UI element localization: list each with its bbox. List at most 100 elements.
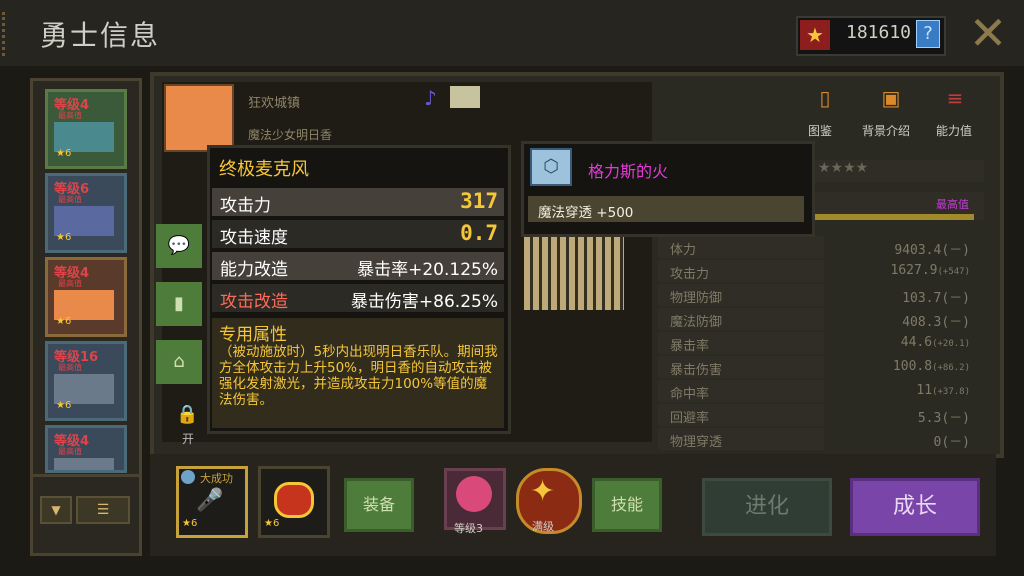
ring-icon [274,482,314,518]
list-view-icon[interactable]: ☰ [76,496,130,524]
stat-bonus: (+37.8) [932,387,970,397]
artifact-name: 格力斯的火 [588,162,669,181]
ability-icon[interactable]: ≡ [940,86,970,120]
codex-icon[interactable]: ▯ [810,86,840,120]
stat-value: 408.3(－) [902,311,970,330]
evolve-button[interactable]: 进化 [702,478,832,536]
special-attribute-text: （被动施放时）5秒内出现明日香乐队。期间我方全体攻击力上升50%，明日香的自动攻… [219,344,498,408]
weapon-speed-row: 攻击速度 0.7 [212,220,504,248]
stats-table: 体力 9403.4(－) 攻击力 1627.9(+547) 物理防御 103.7(－) 魔法… [658,236,988,450]
hero-card[interactable]: 等级4 最高值 ★6 [45,89,127,169]
sort-dropdown-icon[interactable]: ▼ [40,496,72,524]
help-icon[interactable]: ? [916,20,940,48]
rank-stars: ★★★★ [812,160,984,182]
level-bar-fill [812,214,974,220]
skill-orb-icon [456,476,492,512]
phoenix-icon: ✦ [530,474,556,509]
stat-name: 攻击力 [670,267,710,282]
hero-list[interactable]: 等级4 最高值 ★6 等级6 最高值 ★6 等级4 最高值 ★6 等级16 最高… [30,78,142,479]
hero-level-max: 最高值 [58,447,82,456]
stat-value-main: 100.8 [892,359,933,374]
stat-value: 100.8(+86.2) [893,359,970,374]
stat-name: 魔法防御 [670,315,723,330]
wardrobe-icon[interactable]: ⌂ [156,340,202,384]
stat-name: 回避率 [670,411,710,426]
weapon-attack-mod-row: 攻击改造 暴击伤害+86.25% [212,284,504,312]
chat-icon[interactable]: 💬 [156,224,202,268]
background-icon[interactable]: ▣ [876,86,906,120]
weapon-slot-label: 大成功 [200,472,233,485]
artifact-effect: 魔法穿透 +500 [538,205,634,221]
stat-value-main: 44.6 [900,335,933,350]
ornament-icon [2,12,21,56]
stat-bonus: (+86.2) [932,363,970,373]
hero-card[interactable]: 等级6 最高值 ★6 [45,173,127,253]
stat-row: 回避率 5.3(－) [658,404,988,426]
scroll-icon[interactable] [450,86,480,108]
equip-button[interactable]: 装备 [344,478,414,532]
stat-value-main: 1627.9 [890,263,938,278]
weapon-ability-mod-row: 能力改造 暴击率+20.125% [212,252,504,280]
stat-name: 命中率 [670,387,710,402]
cards-icon[interactable]: ▮ [156,282,202,326]
weapon-attack-row: 攻击力 317 [212,188,504,216]
stat-value-main: 408.3(－) [902,315,970,330]
stat-row: 体力 9403.4(－) [658,236,988,258]
lock-label: 开 [182,432,195,446]
stat-value-main: 9403.4(－) [894,243,970,258]
level-max-label: 最高值 [936,198,969,211]
tag-icon[interactable]: ♪ [424,86,437,110]
stat-row: 命中率 11(+37.8) [658,380,988,402]
hero-card[interactable]: 等级4 最高值 [45,425,127,473]
lock-icon[interactable]: 🔒 [176,404,198,425]
stat-value-main: 103.7(－) [902,291,970,306]
hero-location: 狂欢城镇 [248,96,301,111]
crystal-icon [181,470,195,484]
stat-bonus: (+20.1) [932,339,970,349]
ability-mod-label: 能力改造 [220,260,288,280]
weapon-name: 终极麦克风 [219,159,309,180]
page-title: 勇士信息 [40,19,161,52]
hero-level-max: 最高值 [58,195,82,204]
weapon-speed-value: 0.7 [460,221,498,245]
attack-mod-label: 攻击改造 [220,292,288,312]
stat-value: 103.7(－) [902,287,970,306]
stat-value-main: 11 [916,383,933,398]
codex-label[interactable]: 图鉴 [808,122,832,139]
weapon-stars: ★6 [182,518,198,529]
stat-name: 暴击伤害 [670,363,723,378]
stat-value-main: 0(－) [933,435,970,450]
stat-bonus: (+547) [937,267,970,277]
weapon-attack-value: 317 [460,189,498,213]
stat-value: 1627.9(+547) [891,263,970,278]
window-art [524,230,624,310]
grow-button[interactable]: 成长 [850,478,980,536]
special-attribute-title: 专用属性 [219,325,287,345]
hero-level-max: 最高值 [58,279,82,288]
stat-value: 0(－) [934,431,970,450]
hero-card-selected[interactable]: 等级4 最高值 ★6 [45,257,127,337]
stat-value-main: 5.3(－) [917,411,970,426]
hero-avatar [54,458,114,470]
stat-row: 暴击伤害 100.8(+86.2) [658,356,988,378]
stat-value: 11(+37.8) [916,383,970,398]
attack-mod-value: 暴击伤害+86.25% [350,292,498,312]
gold-amount: 181610 [846,22,912,43]
hero-stars: ★6 [56,148,72,159]
stat-name: 暴击率 [670,339,710,354]
skill-button[interactable]: 技能 [592,478,662,532]
stat-value: 44.6(+20.1) [901,335,970,350]
stat-name: 体力 [670,243,697,258]
ability-label[interactable]: 能力值 [936,122,972,139]
weapon-attack-label: 攻击力 [220,196,271,216]
ability-mod-value: 暴击率+20.125% [357,260,498,280]
stat-row: 攻击力 1627.9(+547) [658,260,988,282]
hero-card[interactable]: 等级16 最高值 ★6 [45,341,127,421]
hero-name: 魔法少女明日香 [248,128,333,142]
stat-value: 5.3(－) [918,407,970,426]
background-label[interactable]: 背景介绍 [862,122,910,139]
skill-1-level: 等级3 [454,522,483,535]
stat-value: 9403.4(－) [894,239,970,258]
close-icon[interactable]: ✕ [966,10,1010,56]
stat-row: 物理防御 103.7(－) [658,284,988,306]
